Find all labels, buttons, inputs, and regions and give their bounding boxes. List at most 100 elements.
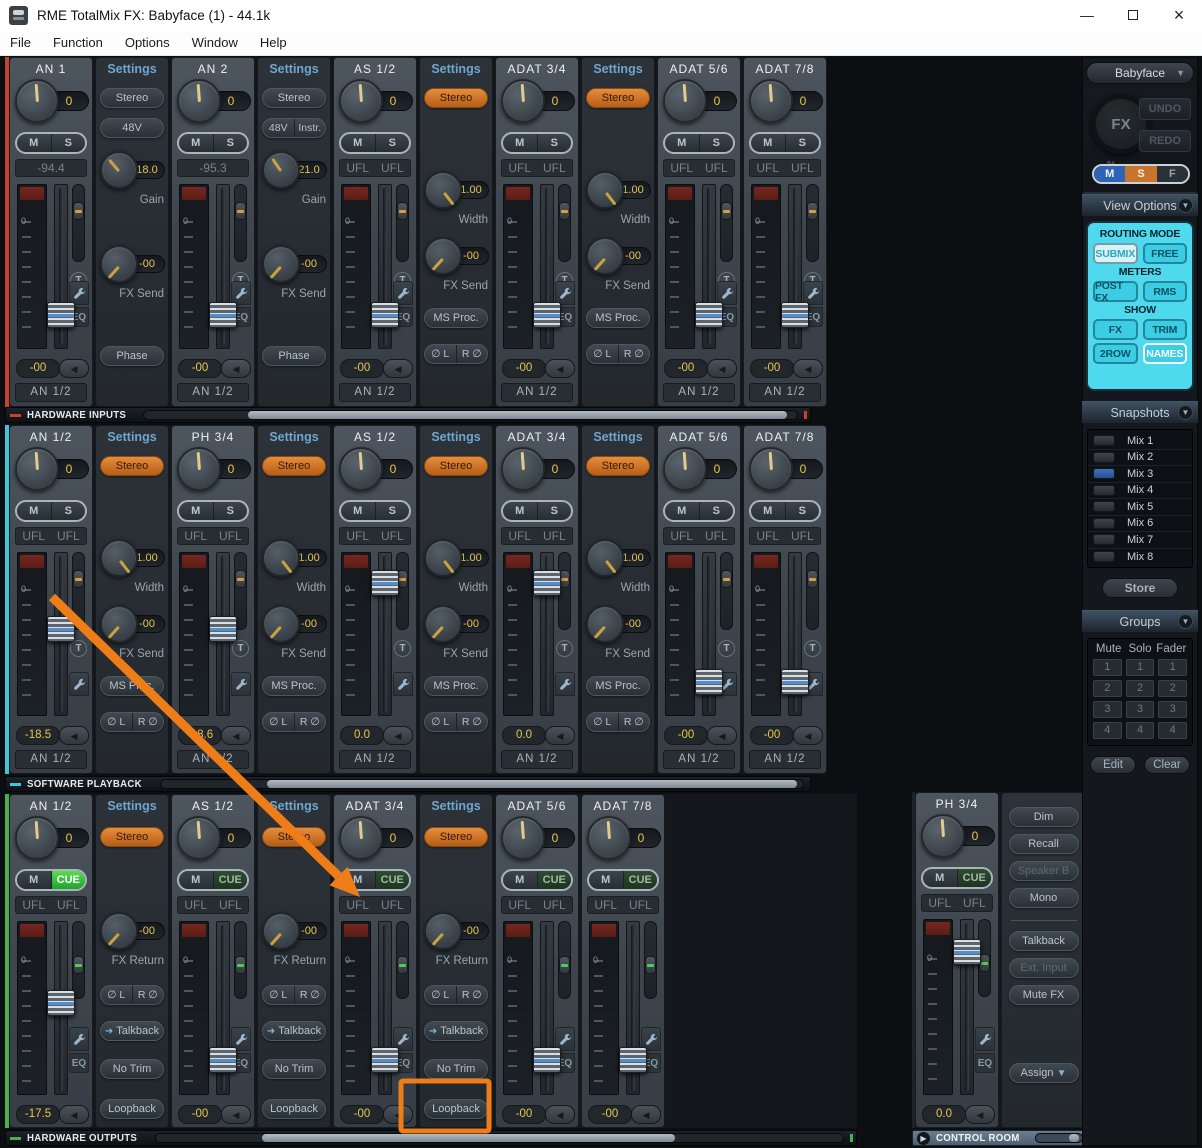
width-knob[interactable]	[262, 539, 300, 577]
pan-slider[interactable]	[396, 921, 409, 999]
fader-handle[interactable]	[47, 302, 75, 328]
l-button[interactable]: ∅ L	[263, 713, 295, 731]
fader-handle[interactable]	[781, 302, 809, 328]
width-knob[interactable]	[424, 171, 462, 209]
r-button[interactable]: R ∅	[295, 713, 326, 731]
snapshot-row[interactable]: Mix 7	[1088, 532, 1192, 549]
settings-wrench-button[interactable]	[555, 672, 575, 696]
gain-knob[interactable]	[262, 151, 300, 189]
settings-wrench-button[interactable]	[393, 672, 413, 696]
store-button[interactable]: Store	[1102, 578, 1178, 598]
ms-proc-button[interactable]: MS Proc.	[100, 676, 164, 696]
solo-button[interactable]: S	[376, 502, 410, 520]
collapse-button[interactable]: ◀	[383, 726, 413, 745]
stereo-button[interactable]: Stereo	[586, 456, 650, 476]
names-toggle[interactable]: NAMES	[1143, 343, 1188, 364]
free-toggle[interactable]: FREE	[1143, 243, 1188, 264]
snapshot-row[interactable]: Mix 3	[1088, 466, 1192, 483]
solo-button[interactable]: S	[376, 134, 410, 152]
collapse-button[interactable]: ◀	[545, 1105, 575, 1124]
volume-knob[interactable]	[177, 816, 221, 860]
edit-button[interactable]: Edit	[1090, 756, 1136, 774]
talkback-button[interactable]: ➜Talkback	[262, 1021, 326, 1041]
volume-knob[interactable]	[15, 79, 59, 123]
fader-handle[interactable]	[47, 990, 75, 1016]
cue-button[interactable]: CUE	[538, 871, 572, 889]
l-button[interactable]: ∅ L	[425, 713, 457, 731]
pan-slider[interactable]	[72, 921, 85, 999]
mute-button[interactable]: M	[179, 871, 214, 889]
mute-button[interactable]: M	[503, 502, 538, 520]
stereo-button[interactable]: Stereo	[262, 88, 326, 108]
fx-send-knob[interactable]	[262, 245, 300, 283]
row-scrollbar-thumb[interactable]	[1069, 1134, 1079, 1142]
row-scrollbar-thumb[interactable]	[267, 780, 797, 788]
width-knob[interactable]	[586, 171, 624, 209]
mute-button[interactable]: M	[665, 502, 700, 520]
group-fader-1[interactable]: 1	[1158, 659, 1187, 676]
global-m-button[interactable]: M	[1094, 166, 1125, 182]
collapse-button[interactable]: ◀	[631, 1105, 661, 1124]
l-button[interactable]: ∅ L	[101, 713, 133, 731]
ms-proc-button[interactable]: MS Proc.	[424, 308, 488, 328]
fader-handle[interactable]	[209, 616, 237, 642]
2row-toggle[interactable]: 2ROW	[1093, 343, 1138, 364]
mute-button[interactable]: M	[923, 869, 958, 887]
pan-handle[interactable]	[559, 202, 570, 220]
cue-button[interactable]: CUE	[624, 871, 658, 889]
pan-handle[interactable]	[235, 570, 246, 588]
fader-handle[interactable]	[533, 570, 561, 596]
r-button[interactable]: R ∅	[457, 345, 488, 363]
row-scrollbar[interactable]	[160, 779, 804, 789]
collapse-button[interactable]: ◀	[383, 359, 413, 378]
mute-button[interactable]: M	[17, 134, 52, 152]
fx-send-knob[interactable]	[100, 245, 138, 283]
collapse-button[interactable]: ◀	[59, 1105, 89, 1124]
collapse-button[interactable]: ◀	[545, 726, 575, 745]
solo-button[interactable]: S	[52, 502, 86, 520]
pan-handle[interactable]	[235, 202, 246, 220]
group-solo-2[interactable]: 2	[1126, 680, 1155, 697]
submix-toggle[interactable]: SUBMIX	[1093, 243, 1138, 264]
pan-slider[interactable]	[234, 184, 247, 262]
fx-send-knob[interactable]	[586, 237, 624, 275]
solo-button[interactable]: S	[786, 134, 820, 152]
snapshot-indicator[interactable]	[1093, 452, 1115, 463]
row-scrollbar-thumb[interactable]	[248, 411, 787, 419]
stereo-button[interactable]: Stereo	[262, 456, 326, 476]
collapse-button[interactable]: ◀	[965, 1105, 995, 1124]
pan-handle[interactable]	[721, 202, 732, 220]
fader-handle[interactable]	[695, 669, 723, 695]
trim-button[interactable]: T	[804, 640, 821, 657]
group-fader-4[interactable]: 4	[1158, 722, 1187, 739]
dim-button[interactable]: Dim	[1009, 807, 1079, 827]
settings-wrench-button[interactable]	[231, 672, 251, 696]
volume-knob[interactable]	[663, 79, 707, 123]
mute-button[interactable]: M	[751, 134, 786, 152]
global-f-button[interactable]: F	[1157, 166, 1188, 182]
device-selector[interactable]: Babyface▼	[1086, 62, 1194, 84]
solo-button[interactable]: S	[700, 502, 734, 520]
fx-send-knob[interactable]	[262, 605, 300, 643]
pan-handle[interactable]	[73, 570, 84, 588]
trim-button[interactable]: T	[556, 640, 573, 657]
mute-fx-button[interactable]: Mute FX	[1009, 985, 1079, 1005]
solo-button[interactable]: S	[538, 502, 572, 520]
fader-handle[interactable]	[371, 302, 399, 328]
clear-button[interactable]: Clear	[1144, 756, 1190, 774]
stereo-button[interactable]: Stereo	[424, 456, 488, 476]
eq-indicator[interactable]: EQ	[975, 1053, 995, 1073]
menu-item-file[interactable]: File	[10, 35, 31, 50]
cue-button[interactable]: CUE	[958, 869, 992, 887]
cue-button[interactable]: CUE	[214, 871, 248, 889]
chevron-down-icon[interactable]: ▼	[1178, 198, 1193, 213]
volume-knob[interactable]	[921, 814, 965, 858]
r-button[interactable]: R ∅	[133, 986, 164, 1004]
fx-send-knob[interactable]	[586, 605, 624, 643]
collapse-button[interactable]: ◀	[221, 359, 251, 378]
mute-button[interactable]: M	[503, 134, 538, 152]
maximize-button[interactable]	[1110, 0, 1156, 30]
global-s-button[interactable]: S	[1125, 166, 1156, 182]
talkback-button[interactable]: ➜Talkback	[100, 1021, 164, 1041]
undo-button[interactable]: UNDO	[1139, 98, 1191, 120]
